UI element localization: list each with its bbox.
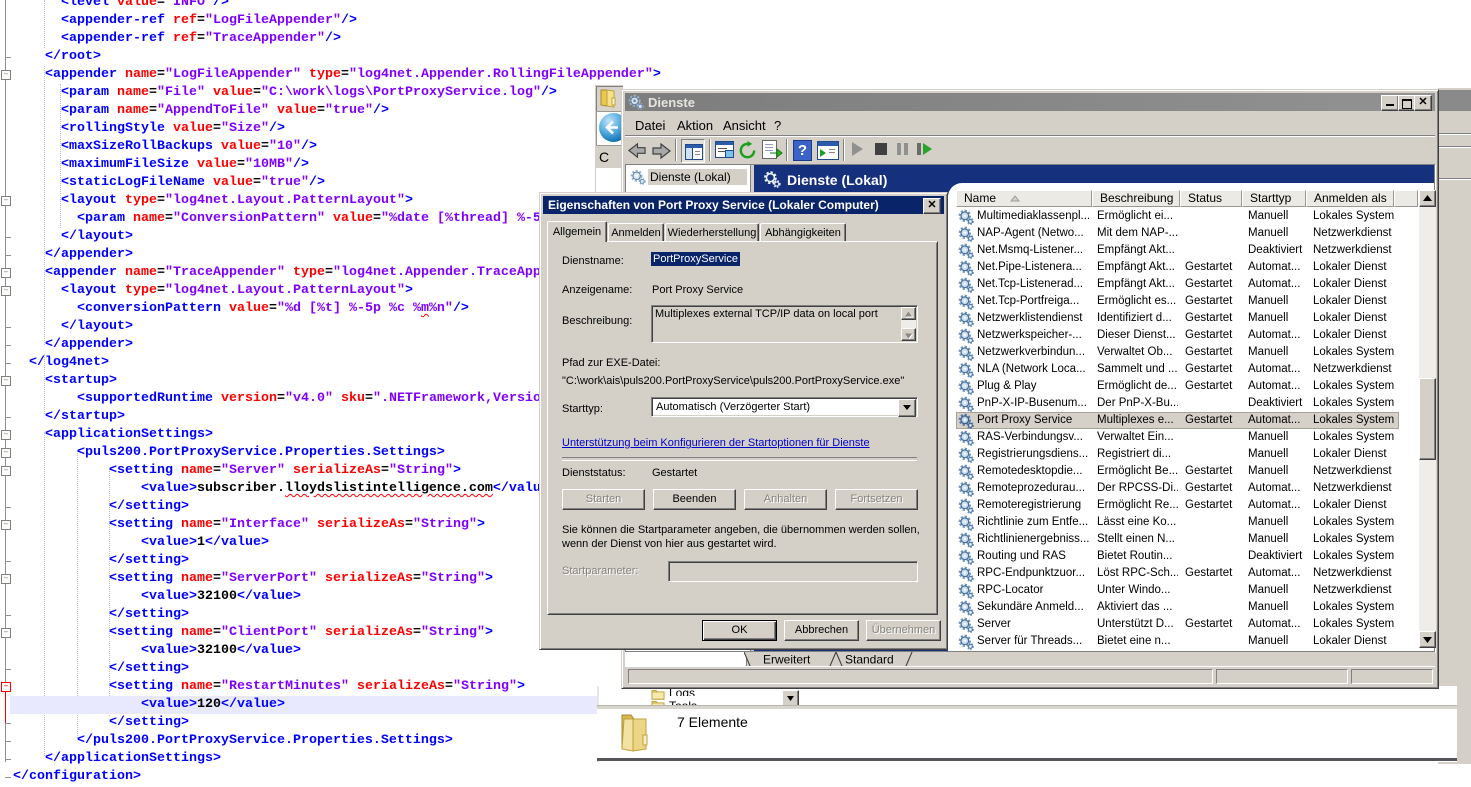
svg-text:Erweitert: Erweitert	[763, 653, 811, 667]
svg-text:Standard: Standard	[845, 653, 894, 667]
